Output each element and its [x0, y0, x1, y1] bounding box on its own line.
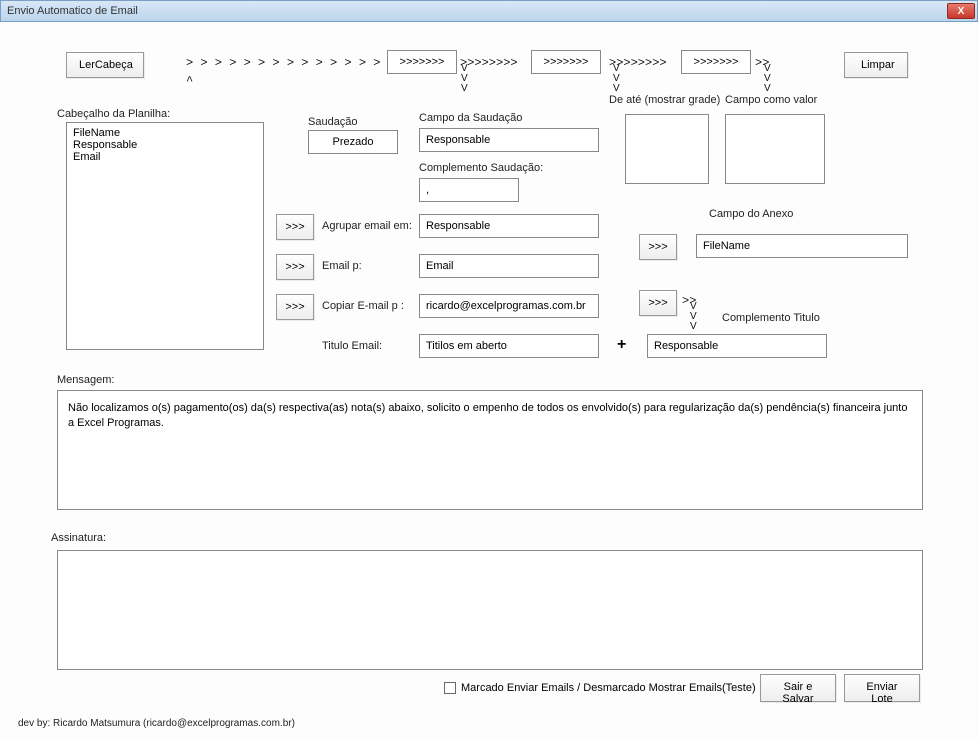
assinatura-textarea[interactable]: [57, 550, 923, 670]
chevron-box-3[interactable]: [681, 50, 751, 74]
dev-credit: dev by: Ricardo Matsumura (ricardo@excel…: [18, 718, 295, 729]
chevron-box-1[interactable]: [387, 50, 457, 74]
email-p-pick-button[interactable]: >>>: [276, 254, 314, 280]
plus-icon: +: [617, 336, 626, 354]
list-item[interactable]: FileName: [73, 127, 257, 139]
list-item[interactable]: Responsable: [73, 139, 257, 151]
checkbox-label: Marcado Enviar Emails / Desmarcado Mostr…: [461, 682, 756, 694]
campo-anexo-pick-button[interactable]: >>>: [639, 234, 677, 260]
campo-anexo-label: Campo do Anexo: [709, 208, 793, 220]
saudacao-label: Saudação: [308, 116, 358, 128]
v-stack-2: V V V: [613, 64, 620, 94]
close-icon: X: [958, 6, 965, 17]
campo-anexo-input[interactable]: [696, 234, 908, 258]
window-title: Envio Automatico de Email: [7, 5, 138, 17]
cabecalho-label: Cabeçalho da Planilha:: [57, 108, 170, 120]
sair-salvar-button[interactable]: Sair e Salvar: [760, 674, 836, 702]
titulo-email-label: Titulo Email:: [322, 340, 382, 352]
complemento-saudacao-input[interactable]: [419, 178, 519, 202]
campo-valor-label: Campo como valor: [725, 94, 817, 106]
copiar-email-input[interactable]: [419, 294, 599, 318]
mensagem-textarea[interactable]: [57, 390, 923, 510]
copiar-email-label: Copiar E-mail p :: [322, 300, 404, 312]
complemento-titulo-pick-button[interactable]: >>>: [639, 290, 677, 316]
email-p-label: Email p:: [322, 260, 362, 272]
enviar-emails-checkbox[interactable]: Marcado Enviar Emails / Desmarcado Mostr…: [444, 682, 756, 694]
email-p-input[interactable]: [419, 254, 599, 278]
agrupar-email-pick-button[interactable]: >>>: [276, 214, 314, 240]
agrupar-email-label: Agrupar email em:: [322, 220, 412, 232]
chevron-sequence-2: >>>>>>>>: [460, 56, 518, 70]
enviar-lote-button[interactable]: Enviar Lote: [844, 674, 920, 702]
saudacao-input[interactable]: [308, 130, 398, 154]
caret-up: ^: [186, 74, 193, 88]
ler-cabeca-button[interactable]: LerCabeça: [66, 52, 144, 78]
campo-valor-listbox[interactable]: [725, 114, 825, 184]
list-item[interactable]: Email: [73, 151, 257, 163]
v-stack-4: V V V: [690, 302, 697, 332]
checkbox-box: [444, 682, 456, 694]
de-ate-listbox[interactable]: [625, 114, 709, 184]
titulo-email-input[interactable]: [419, 334, 599, 358]
mensagem-label: Mensagem:: [57, 374, 114, 386]
assinatura-label: Assinatura:: [51, 532, 106, 544]
titlebar: Envio Automatico de Email X: [0, 0, 978, 22]
copiar-email-pick-button[interactable]: >>>: [276, 294, 314, 320]
v-stack-3: V V V: [764, 64, 771, 94]
agrupar-email-input[interactable]: [419, 214, 599, 238]
complemento-titulo-label: Complemento Titulo: [722, 312, 820, 324]
complemento-titulo-input[interactable]: [647, 334, 827, 358]
campo-saudacao-label: Campo da Saudação: [419, 112, 522, 124]
cabecalho-listbox[interactable]: FileName Responsable Email: [66, 122, 264, 350]
close-button[interactable]: X: [947, 3, 975, 19]
complemento-saudacao-label: Complemento Saudação:: [419, 162, 543, 174]
chevron-box-2[interactable]: [531, 50, 601, 74]
limpar-button[interactable]: Limpar: [844, 52, 908, 78]
v-stack-1: V V V: [461, 64, 468, 94]
de-ate-label: De até (mostrar grade): [609, 94, 720, 106]
campo-saudacao-input[interactable]: [419, 128, 599, 152]
